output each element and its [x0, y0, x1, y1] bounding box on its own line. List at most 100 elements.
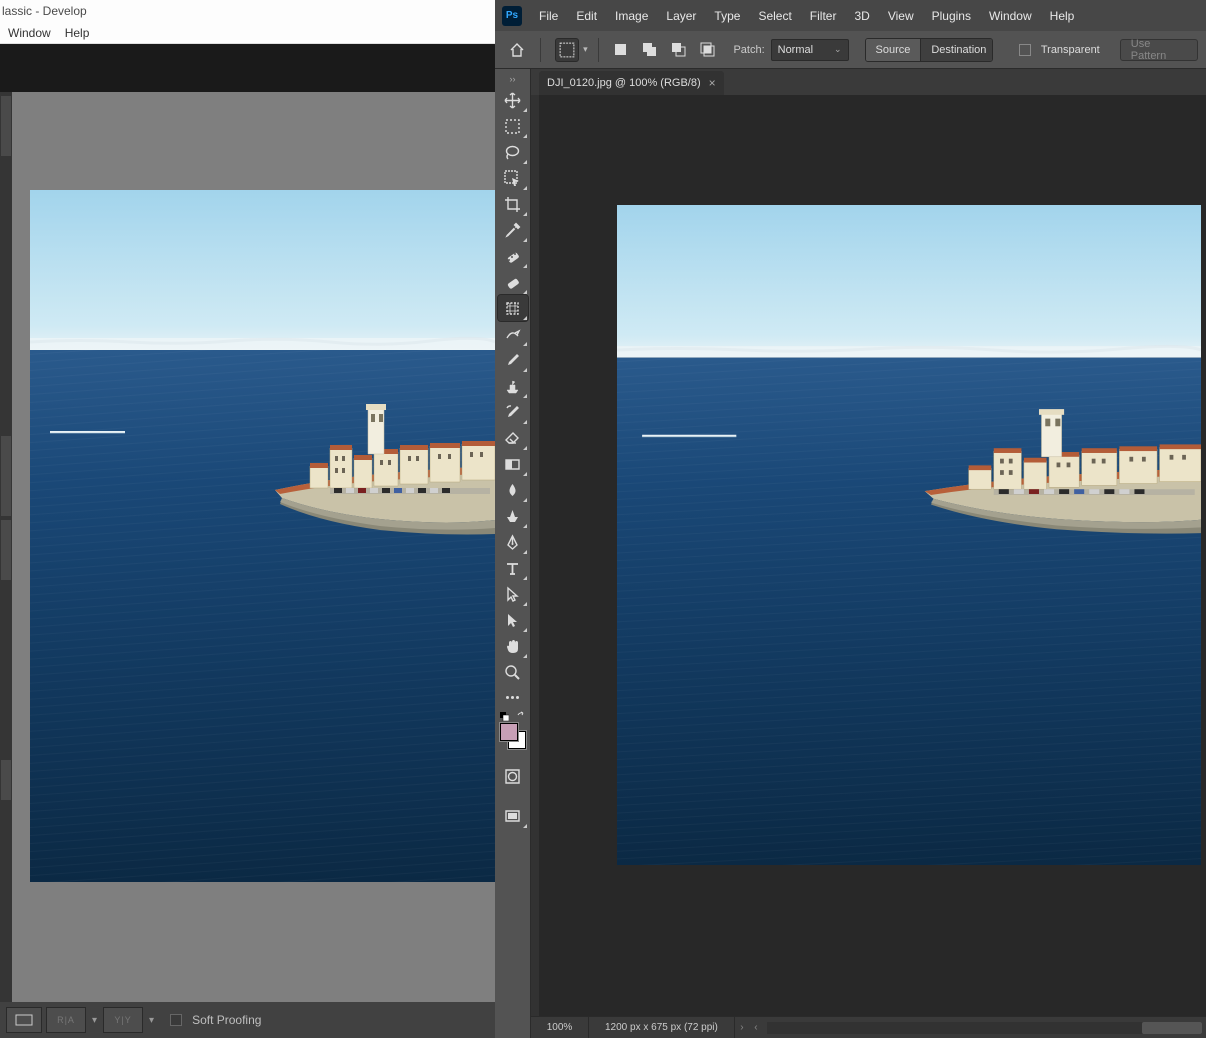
ps-canvas[interactable]	[531, 95, 1206, 1016]
patch-destination-button[interactable]: Destination	[921, 39, 993, 61]
hand-tool-icon[interactable]	[498, 633, 528, 659]
default-colors-icon[interactable]	[500, 712, 509, 721]
move-tool-icon[interactable]	[498, 87, 528, 113]
divider	[540, 38, 541, 62]
ps-logo: Ps	[502, 6, 522, 26]
heal-brush-tool-icon[interactable]	[498, 269, 528, 295]
chevron-left-icon[interactable]: ‹	[749, 1022, 763, 1033]
lr-compare-icon[interactable]: Y|Y	[103, 1007, 143, 1033]
chevron-right-icon[interactable]: ›	[735, 1022, 749, 1033]
type-tool-icon[interactable]	[498, 555, 528, 581]
ps-menu-type[interactable]: Type	[705, 0, 749, 31]
fg-color-swatch[interactable]	[500, 723, 518, 741]
lr-titlebar: lassic - Develop	[0, 0, 495, 22]
lr-menubar: Window Help	[0, 22, 495, 44]
gradient-tool-icon[interactable]	[498, 451, 528, 477]
lasso-tool-icon[interactable]	[498, 139, 528, 165]
lr-before-after-icon[interactable]: R|A	[46, 1007, 86, 1033]
color-swatches[interactable]	[500, 723, 526, 749]
ps-menu-3d[interactable]: 3D	[845, 0, 878, 31]
dropdown-icon[interactable]: ▾	[147, 1015, 156, 1026]
dropdown-icon[interactable]: ▾	[90, 1015, 99, 1026]
ps-document-area: DJI_0120.jpg @ 100% (RGB/8) × 100% 1200 …	[531, 69, 1206, 1038]
screen-mode-icon[interactable]	[498, 803, 528, 829]
patch-mode-select[interactable]: Normal ⌄	[771, 39, 849, 61]
ps-current-tool-picker[interactable]: ▾	[555, 38, 588, 62]
content-aware-move-icon[interactable]	[498, 321, 528, 347]
lr-loupe-view-icon[interactable]	[6, 1007, 42, 1033]
patch-label: Patch:	[733, 44, 764, 56]
selection-add-icon[interactable]	[638, 38, 661, 62]
divider	[598, 38, 599, 62]
ps-menu-image[interactable]: Image	[606, 0, 657, 31]
object-select-tool-icon[interactable]	[498, 165, 528, 191]
patch-source-button[interactable]: Source	[866, 39, 922, 61]
history-brush-tool-icon[interactable]	[498, 399, 528, 425]
blur-tool-icon[interactable]	[498, 477, 528, 503]
ps-toolbox: ››	[495, 69, 531, 1038]
ps-hscrollbar[interactable]	[767, 1022, 1202, 1034]
ps-menubar: Ps File Edit Image Layer Type Select Fil…	[495, 0, 1206, 31]
dodge-tool-icon[interactable]	[498, 503, 528, 529]
patch-tool-icon[interactable]	[498, 295, 528, 321]
lr-canvas[interactable]	[0, 92, 495, 1002]
eyedropper-tool-icon[interactable]	[498, 217, 528, 243]
lr-image	[30, 190, 495, 882]
ps-zoom-value[interactable]: 100%	[531, 1017, 589, 1038]
clone-stamp-tool-icon[interactable]	[498, 373, 528, 399]
lr-statusbar: R|A ▾ Y|Y ▾ Soft Proofing	[0, 1002, 495, 1038]
lr-leftcol	[0, 92, 12, 1002]
home-icon[interactable]	[503, 36, 530, 64]
ps-options-bar: ▾ Patch: Normal ⌄ Source Destination Tra…	[495, 31, 1206, 69]
ps-menu-select[interactable]: Select	[749, 0, 800, 31]
ps-document-tab[interactable]: DJI_0120.jpg @ 100% (RGB/8) ×	[539, 71, 724, 95]
lr-leftcol-btn[interactable]	[1, 760, 11, 800]
lightroom-window: lassic - Develop Window Help R|A	[0, 0, 495, 1038]
ps-menu-filter[interactable]: Filter	[801, 0, 846, 31]
ps-menu-view[interactable]: View	[879, 0, 923, 31]
ps-tabbar: DJI_0120.jpg @ 100% (RGB/8) ×	[531, 69, 1206, 95]
patch-mode-value: Normal	[778, 44, 813, 56]
ps-menu-window[interactable]: Window	[980, 0, 1041, 31]
brush-tool-icon[interactable]	[498, 347, 528, 373]
collapse-icon[interactable]: ››	[495, 71, 530, 87]
close-icon[interactable]: ×	[709, 76, 716, 90]
ps-image	[617, 205, 1201, 865]
edit-toolbar-icon[interactable]	[498, 687, 528, 707]
swap-colors-icon[interactable]	[516, 711, 526, 721]
ps-menu-edit[interactable]: Edit	[567, 0, 606, 31]
lr-menu-window[interactable]: Window	[8, 26, 51, 40]
lr-leftcol-btn[interactable]	[1, 436, 11, 516]
ps-menu-layer[interactable]: Layer	[657, 0, 705, 31]
patch-source-dest-group: Source Destination	[865, 38, 994, 62]
ps-statusbar: 100% 1200 px x 675 px (72 ppi) › ‹	[531, 1016, 1206, 1038]
lr-leftcol-btn[interactable]	[1, 96, 11, 156]
lr-title-text: lassic - Develop	[2, 4, 87, 18]
ps-menu-file[interactable]: File	[530, 0, 567, 31]
crop-tool-icon[interactable]	[498, 191, 528, 217]
selection-subtract-icon[interactable]	[667, 38, 690, 62]
lr-leftcol-btn[interactable]	[1, 520, 11, 580]
path-select-tool-icon[interactable]	[498, 581, 528, 607]
scrollbar-thumb[interactable]	[1142, 1022, 1202, 1034]
lr-menu-help[interactable]: Help	[65, 26, 90, 40]
ps-menu-help[interactable]: Help	[1041, 0, 1084, 31]
direct-select-tool-icon[interactable]	[498, 607, 528, 633]
tab-label: DJI_0120.jpg @ 100% (RGB/8)	[547, 77, 701, 89]
lr-soft-proof-label[interactable]: Soft Proofing	[192, 1013, 261, 1027]
transparent-label[interactable]: Transparent	[1041, 44, 1100, 56]
zoom-tool-icon[interactable]	[498, 659, 528, 685]
pen-tool-icon[interactable]	[498, 529, 528, 555]
quick-mask-icon[interactable]	[498, 763, 528, 789]
chevron-down-icon: ▾	[583, 44, 588, 55]
use-pattern-button: Use Pattern	[1120, 39, 1198, 61]
eraser-tool-icon[interactable]	[498, 425, 528, 451]
transparent-checkbox[interactable]	[1019, 44, 1031, 56]
marquee-tool-icon[interactable]	[498, 113, 528, 139]
spot-heal-tool-icon[interactable]	[498, 243, 528, 269]
selection-new-icon[interactable]	[609, 38, 632, 62]
selection-intersect-icon[interactable]	[696, 38, 719, 62]
lr-soft-proof-checkbox[interactable]	[170, 1014, 182, 1026]
ps-menu-plugins[interactable]: Plugins	[923, 0, 980, 31]
ps-dimensions[interactable]: 1200 px x 675 px (72 ppi)	[589, 1017, 735, 1038]
